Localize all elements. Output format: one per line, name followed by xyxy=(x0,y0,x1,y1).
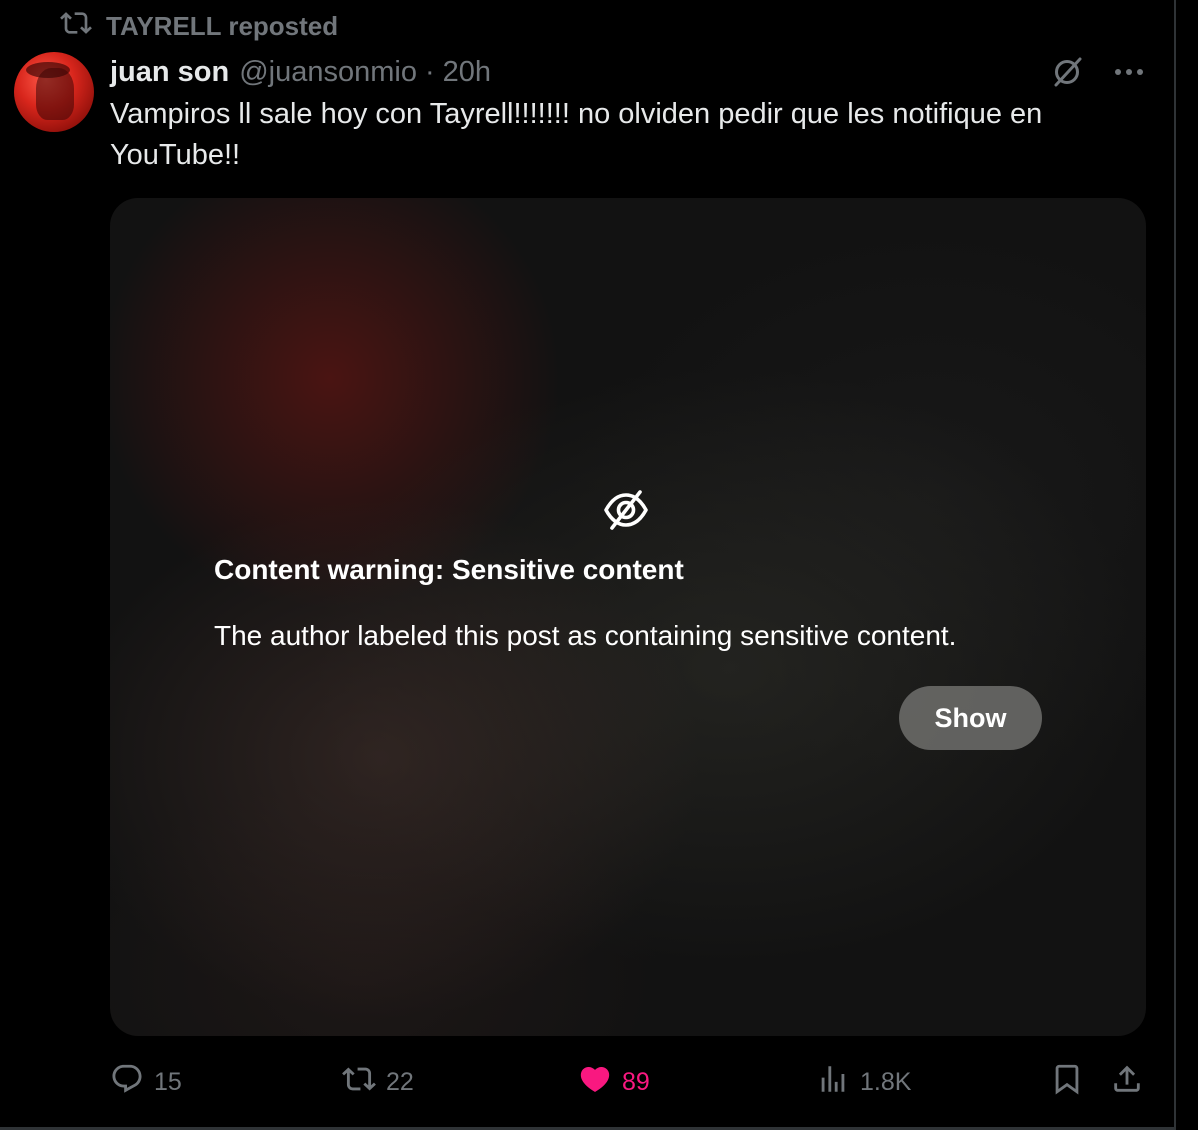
repost-count: 22 xyxy=(386,1067,414,1096)
like-count: 89 xyxy=(622,1067,650,1096)
share-icon xyxy=(1110,1062,1144,1103)
like-button[interactable]: 89 xyxy=(578,1060,650,1104)
views-icon xyxy=(816,1062,850,1103)
repost-icon xyxy=(60,7,92,46)
show-button[interactable]: Show xyxy=(899,686,1042,750)
repost-icon xyxy=(342,1062,376,1103)
grok-slash-icon[interactable] xyxy=(1050,55,1084,89)
share-button[interactable] xyxy=(1110,1060,1144,1104)
views-button[interactable]: 1.8K xyxy=(816,1060,911,1104)
post-text: Vampiros ll sale hoy con Tayrell!!!!!!! … xyxy=(110,98,1043,171)
post-time[interactable]: 20h xyxy=(443,56,491,89)
avatar[interactable] xyxy=(14,52,94,132)
reply-count: 15 xyxy=(154,1067,182,1096)
post-header: juan son @juansonmio · 20h xyxy=(110,52,491,92)
action-bar: 15 22 89 1.8K xyxy=(110,1060,1146,1104)
post-card[interactable]: TAYRELL reposted juan son @juansonmio · … xyxy=(0,0,1176,1130)
author-name[interactable]: juan son xyxy=(110,56,229,89)
author-handle[interactable]: @juansonmio xyxy=(239,56,417,89)
content-warning-title: Content warning: Sensitive content xyxy=(214,554,684,585)
reply-icon xyxy=(110,1062,144,1103)
repost-banner-text: TAYRELL reposted xyxy=(106,10,339,41)
repost-banner[interactable]: TAYRELL reposted xyxy=(60,8,338,44)
media-sensitive-overlay[interactable]: Content warning: Sensitive content The a… xyxy=(110,198,1146,1036)
eye-slash-icon xyxy=(602,486,650,534)
top-icons xyxy=(1050,52,1144,92)
bookmark-button[interactable] xyxy=(1050,1060,1084,1104)
heart-filled-icon xyxy=(578,1062,612,1103)
content-warning-body: The author labeled this post as containi… xyxy=(214,620,957,651)
more-icon[interactable] xyxy=(1114,67,1144,77)
reply-button[interactable]: 15 xyxy=(110,1060,182,1104)
repost-button[interactable]: 22 xyxy=(342,1060,414,1104)
separator-dot: · xyxy=(425,55,435,88)
bookmark-icon xyxy=(1050,1062,1084,1103)
views-count: 1.8K xyxy=(860,1067,912,1096)
